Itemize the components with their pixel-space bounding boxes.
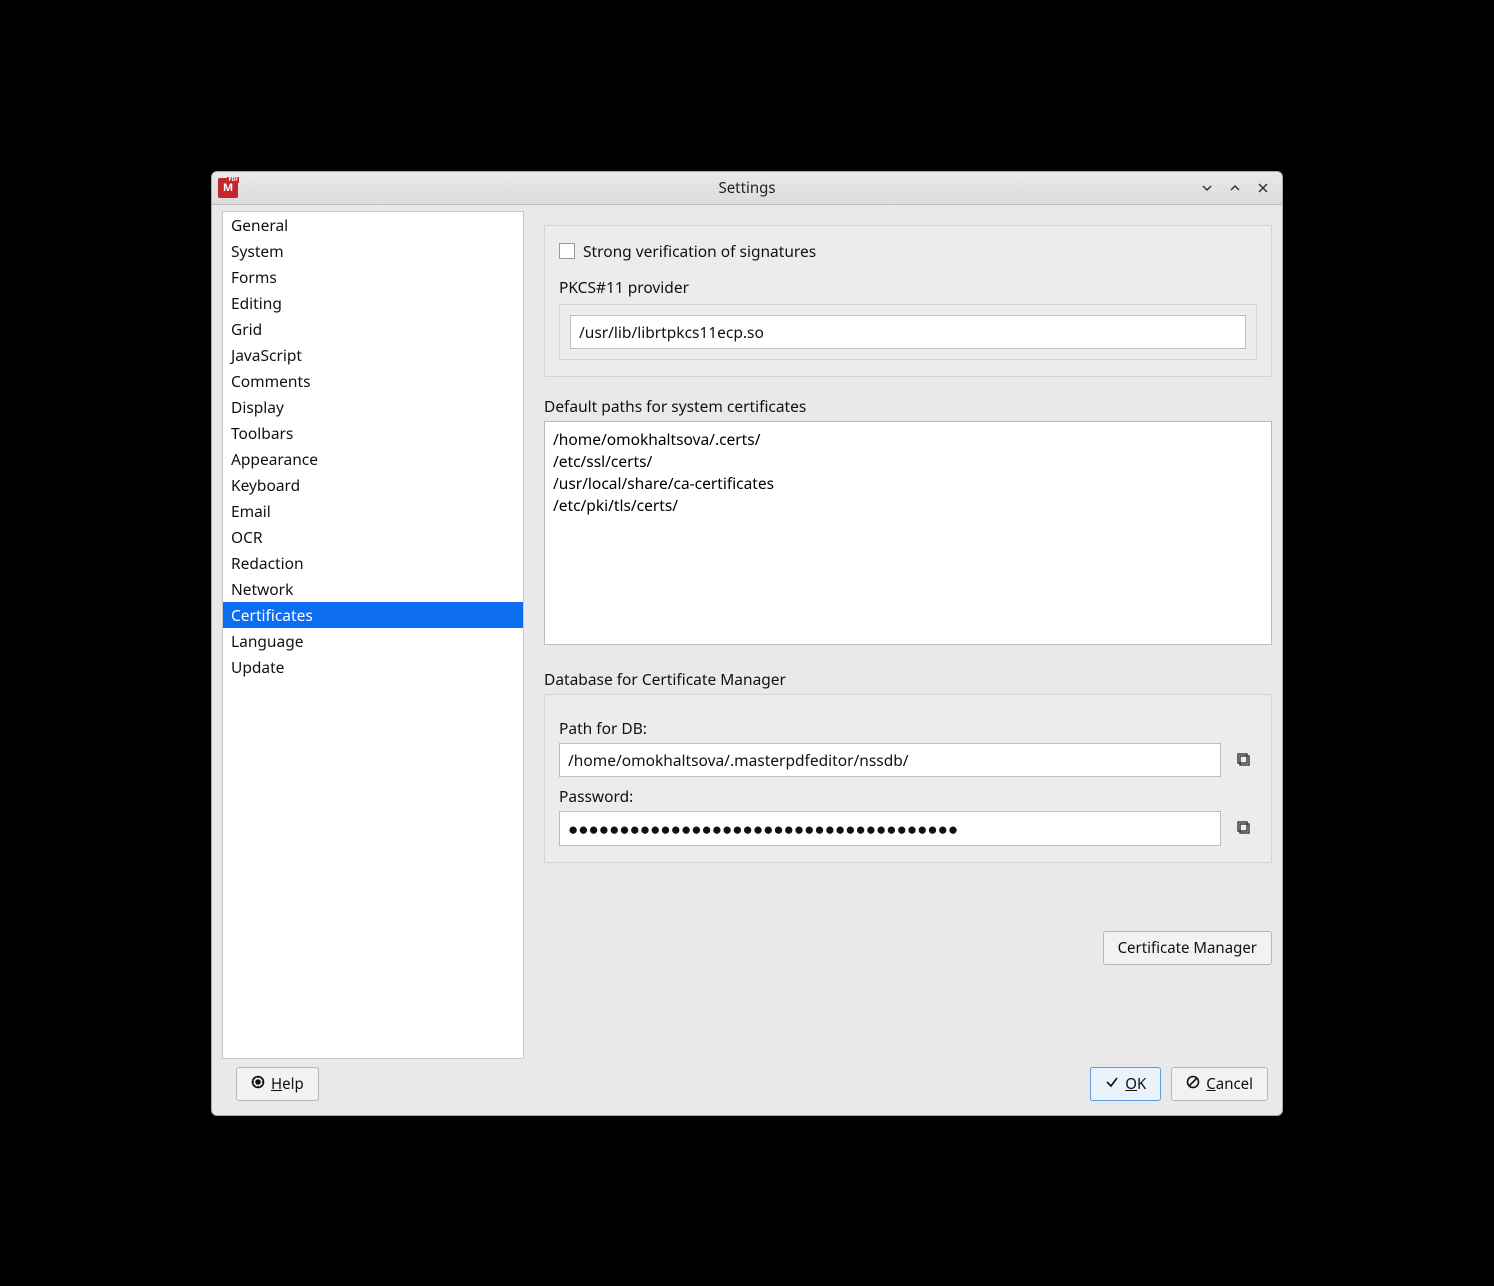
app-icon: M <box>218 178 238 198</box>
ok-label: OK <box>1125 1074 1146 1094</box>
minimize-button[interactable] <box>1198 179 1216 197</box>
settings-window: M Settings General System Forms Editing … <box>211 171 1283 1116</box>
help-button[interactable]: Help <box>236 1067 319 1101</box>
db-section: Database for Certificate Manager Path fo… <box>544 668 1272 863</box>
sidebar-item-update[interactable]: Update <box>223 654 523 680</box>
sidebar-item-display[interactable]: Display <box>223 394 523 420</box>
window-title: Settings <box>212 178 1282 198</box>
sidebar-item-general[interactable]: General <box>223 212 523 238</box>
sidebar-item-keyboard[interactable]: Keyboard <box>223 472 523 498</box>
sidebar-item-editing[interactable]: Editing <box>223 290 523 316</box>
sidebar-item-comments[interactable]: Comments <box>223 368 523 394</box>
sidebar-item-email[interactable]: Email <box>223 498 523 524</box>
sidebar-item-toolbars[interactable]: Toolbars <box>223 420 523 446</box>
strong-verification-label: Strong verification of signatures <box>583 240 816 262</box>
close-button[interactable] <box>1254 179 1272 197</box>
ok-button[interactable]: OK <box>1090 1067 1161 1101</box>
pkcs11-provider-input[interactable] <box>570 315 1246 349</box>
pkcs11-group: Strong verification of signatures PKCS#1… <box>544 225 1272 377</box>
sidebar-item-redaction[interactable]: Redaction <box>223 550 523 576</box>
copy-db-path-button[interactable] <box>1231 747 1257 773</box>
dialog-footer: Help OK Cancel <box>212 1059 1282 1115</box>
password-input[interactable] <box>559 811 1221 846</box>
sidebar-item-system[interactable]: System <box>223 238 523 264</box>
pkcs11-provider-label: PKCS#11 provider <box>559 276 1257 298</box>
cancel-button[interactable]: Cancel <box>1171 1067 1268 1101</box>
sidebar-item-grid[interactable]: Grid <box>223 316 523 342</box>
certificate-manager-label: Certificate Manager <box>1118 938 1257 958</box>
copy-password-button[interactable] <box>1231 815 1257 841</box>
settings-sidebar[interactable]: General System Forms Editing Grid JavaSc… <box>222 211 524 1059</box>
default-paths-section: Default paths for system certificates <box>544 395 1272 650</box>
window-controls <box>1198 179 1282 197</box>
help-icon <box>251 1074 265 1094</box>
sidebar-item-javascript[interactable]: JavaScript <box>223 342 523 368</box>
cancel-icon <box>1186 1074 1200 1094</box>
sidebar-item-certificates[interactable]: Certificates <box>223 602 523 628</box>
path-db-input[interactable] <box>559 743 1221 777</box>
db-section-label: Database for Certificate Manager <box>544 668 1272 690</box>
cancel-label: Cancel <box>1206 1074 1253 1094</box>
titlebar: M Settings <box>212 172 1282 205</box>
help-label: Help <box>271 1074 304 1094</box>
sidebar-item-forms[interactable]: Forms <box>223 264 523 290</box>
certificates-panel: Strong verification of signatures PKCS#1… <box>544 211 1272 1059</box>
maximize-button[interactable] <box>1226 179 1244 197</box>
check-icon <box>1105 1074 1119 1094</box>
default-paths-label: Default paths for system certificates <box>544 395 1272 417</box>
default-paths-textarea[interactable] <box>544 421 1272 645</box>
certificate-manager-button[interactable]: Certificate Manager <box>1103 931 1272 965</box>
password-label: Password: <box>559 785 1257 807</box>
sidebar-item-network[interactable]: Network <box>223 576 523 602</box>
strong-verification-checkbox[interactable] <box>559 243 575 259</box>
sidebar-item-language[interactable]: Language <box>223 628 523 654</box>
sidebar-item-appearance[interactable]: Appearance <box>223 446 523 472</box>
sidebar-item-ocr[interactable]: OCR <box>223 524 523 550</box>
path-db-label: Path for DB: <box>559 717 1257 739</box>
